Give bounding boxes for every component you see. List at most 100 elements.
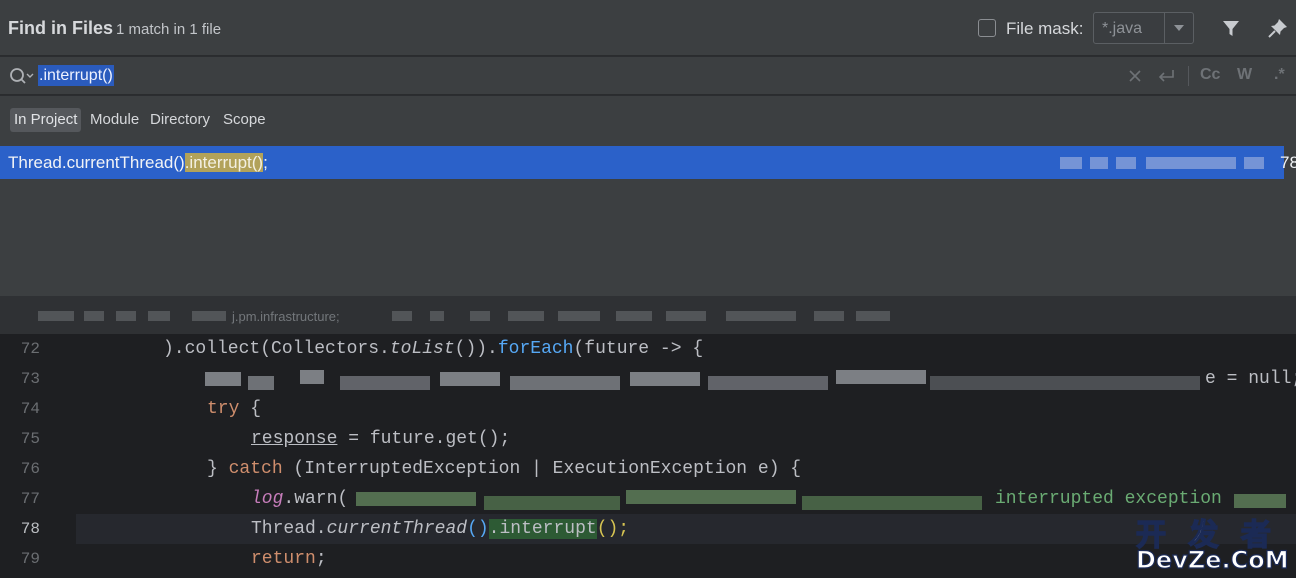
redacted-path [38, 311, 74, 321]
redacted-path [116, 311, 136, 321]
line-number: 77 [20, 490, 40, 508]
result-text: Thread.currentThread().interrupt(); [8, 153, 268, 173]
redacted-path [726, 311, 796, 321]
code-token: ; [315, 549, 327, 569]
results-list: Thread.currentThread().interrupt(); 78 [0, 144, 1296, 296]
code-token: return [251, 549, 316, 569]
redacted-path [392, 311, 412, 321]
code-line: ).collect(Collectors.toList()).forEach(f… [163, 338, 703, 360]
redacted-code [205, 372, 241, 386]
code-token: forEach [497, 339, 574, 359]
redacted-path [1060, 157, 1082, 169]
file-mask-select[interactable]: *.java [1093, 12, 1194, 44]
new-line-icon[interactable] [1156, 66, 1176, 86]
preview-file-path: j.pm.infrastructure; [0, 296, 1296, 334]
file-mask-label[interactable]: File mask: [1006, 19, 1083, 39]
filter-icon[interactable] [1217, 14, 1245, 42]
code-line: response = future.get(); [251, 428, 510, 450]
regex-icon[interactable]: .* [1274, 66, 1285, 86]
redacted-path [558, 311, 600, 321]
search-divider [1188, 66, 1189, 86]
code-preview[interactable]: 72 73 74 75 76 77 78 79 ).collect(Collec… [0, 334, 1296, 578]
redacted-path [430, 311, 444, 321]
code-token: { [239, 399, 262, 419]
code-line: return; [251, 548, 327, 570]
search-history-icon[interactable] [8, 66, 34, 86]
redacted-code [300, 370, 324, 384]
result-suffix: ; [263, 153, 268, 172]
redacted-code [708, 376, 828, 390]
redacted-path [1116, 157, 1136, 169]
tab-directory[interactable]: Directory [146, 108, 214, 132]
redacted-code [630, 372, 700, 386]
code-token: (); [596, 519, 630, 539]
code-token: log [251, 489, 284, 509]
redacted-code [356, 492, 476, 506]
file-mask-divider [1164, 13, 1165, 43]
redacted-path [814, 311, 844, 321]
code-token: Thread. [251, 519, 327, 539]
redacted-code [248, 376, 274, 390]
line-number-current: 78 [20, 520, 40, 538]
code-token: interrupted exception [995, 489, 1222, 509]
redacted-code [1234, 494, 1286, 508]
code-token: } [207, 459, 229, 479]
find-in-files-header: Find in Files 1 match in 1 file File mas… [0, 0, 1296, 56]
pin-icon[interactable] [1264, 14, 1292, 42]
search-match-highlight: .interrupt [488, 519, 597, 539]
redacted-path [1090, 157, 1108, 169]
code-token: currentThread [326, 519, 468, 539]
redacted-code [626, 490, 796, 504]
line-number: 73 [20, 370, 40, 388]
file-mask-checkbox[interactable] [978, 19, 996, 37]
tab-in-project[interactable]: In Project [10, 108, 82, 132]
chevron-down-icon[interactable] [1174, 25, 1184, 31]
code-token: response [251, 429, 338, 449]
search-input[interactable]: .interrupt() [38, 65, 114, 86]
code-token: ).collect(Collectors. [163, 339, 390, 359]
match-count: 1 match in 1 file [116, 21, 222, 38]
code-line-current: Thread.currentThread().interrupt(); [251, 518, 629, 540]
result-line-number: 78 [1280, 153, 1296, 172]
redacted-path [856, 311, 890, 321]
redacted-path [192, 311, 226, 321]
result-match: .interrupt() [184, 153, 264, 172]
line-number-gutter: 72 73 74 75 76 77 78 79 [0, 334, 76, 578]
code-token: try [207, 399, 240, 419]
code-token: () [467, 519, 489, 539]
scope-tabs: In Project Module Directory Scope [0, 96, 1296, 144]
watermark-bottom: DevZe.CoM [1135, 545, 1289, 574]
code-token: e = null; [1205, 369, 1296, 389]
code-line: try { [207, 398, 261, 420]
redacted-path [616, 311, 652, 321]
redacted-path [508, 311, 544, 321]
code-line: e = null; [1205, 368, 1296, 390]
path-fragment: j.pm.infrastructure; [232, 309, 340, 324]
result-row[interactable]: Thread.currentThread().interrupt(); 78 [0, 146, 1296, 179]
code-token: ()). [454, 339, 498, 359]
redacted-code [836, 370, 926, 384]
code-token: = future.get(); [337, 429, 511, 449]
file-mask-value[interactable]: *.java [1102, 20, 1142, 38]
code-token: (InterruptedException | ExecutionExcepti… [282, 459, 802, 479]
line-number: 74 [20, 400, 40, 418]
clear-icon[interactable] [1128, 66, 1142, 86]
match-case-icon[interactable]: Cc [1200, 66, 1220, 86]
redacted-code [484, 496, 620, 510]
line-number: 75 [20, 430, 40, 448]
code-line: interrupted exception [995, 488, 1222, 510]
code-token: (future -> { [573, 339, 704, 359]
tab-module[interactable]: Module [86, 108, 143, 132]
tab-scope[interactable]: Scope [219, 108, 270, 132]
code-token: toList [389, 339, 455, 359]
redacted-code [440, 372, 500, 386]
redacted-path [470, 311, 490, 321]
line-number: 79 [20, 550, 40, 568]
redacted-code [510, 376, 620, 390]
redacted-code [340, 376, 430, 390]
line-number: 76 [20, 460, 40, 478]
line-number: 72 [20, 340, 40, 358]
code-line: log.warn( [251, 488, 348, 510]
words-icon[interactable]: W [1237, 66, 1252, 86]
watermark-logo: 开 发 者 DevZe.CoM [1135, 510, 1289, 574]
